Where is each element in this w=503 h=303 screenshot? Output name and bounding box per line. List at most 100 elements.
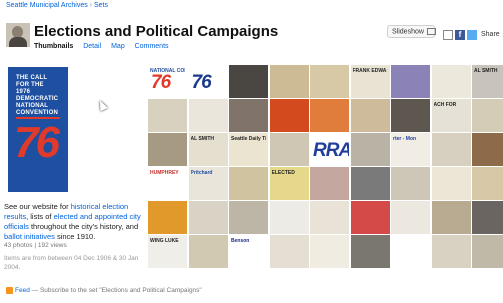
- cover-line-3: 1976: [16, 89, 31, 95]
- photo-thumbnail[interactable]: [188, 235, 228, 268]
- photo-thumbnail[interactable]: NATIONAL CONVENTION76: [148, 65, 187, 98]
- feed-link[interactable]: Feed: [15, 287, 30, 294]
- share-label[interactable]: Share: [481, 31, 500, 38]
- photo-thumbnail[interactable]: [269, 99, 309, 132]
- photo-thumbnail[interactable]: FRANK EDWA FOR MAYOR: [350, 65, 390, 98]
- thumbnail-caption: WING LUKE: [150, 238, 179, 245]
- photo-thumbnail[interactable]: [391, 99, 430, 132]
- email-icon[interactable]: [443, 29, 453, 40]
- photo-thumbnail[interactable]: [350, 201, 390, 234]
- photo-thumbnail[interactable]: [229, 167, 268, 200]
- photo-thumbnail[interactable]: [310, 201, 349, 234]
- photo-thumbnail[interactable]: [472, 201, 503, 234]
- photo-thumbnail[interactable]: [472, 99, 503, 132]
- photo-thumbnail[interactable]: [431, 201, 471, 234]
- thumbnail-caption: AL SMITH: [190, 136, 215, 143]
- photo-thumbnail[interactable]: 76: [188, 65, 228, 98]
- photo-thumbnail[interactable]: Pritchard: [188, 167, 228, 200]
- photo-thumbnail[interactable]: [148, 99, 187, 132]
- cover-line-2: FOR THE: [16, 82, 44, 88]
- thumbnail-caption: HUMPHREY: [150, 170, 179, 177]
- thumbnail-caption: FRANK EDWA FOR MAYOR: [352, 68, 388, 74]
- photo-thumbnail[interactable]: [391, 167, 430, 200]
- photo-thumbnail[interactable]: AL SMITH: [188, 133, 228, 166]
- thumbnail-big-text: 76: [191, 72, 212, 93]
- thumbnail-caption: Pritchard: [190, 170, 213, 177]
- photo-thumbnail[interactable]: AL SMITH: [472, 65, 503, 98]
- photo-thumbnail[interactable]: Benson: [229, 235, 268, 268]
- thumbnail-big-text: RRA: [313, 140, 349, 162]
- photo-thumbnail[interactable]: [188, 201, 228, 234]
- photo-thumbnail[interactable]: [472, 167, 503, 200]
- thumbnail-caption: Benson: [231, 238, 250, 245]
- photo-thumbnail[interactable]: [269, 133, 309, 166]
- rss-icon[interactable]: [6, 287, 13, 294]
- avatar[interactable]: [6, 23, 30, 47]
- tab-thumbnails[interactable]: Thumbnails: [34, 43, 73, 50]
- feed-text: — Subscribe to the set "Elections and Po…: [31, 287, 202, 295]
- photo-thumbnail[interactable]: [472, 133, 503, 166]
- thumbnail-caption: rter - Mon: [393, 136, 417, 143]
- twitter-icon[interactable]: [467, 29, 477, 40]
- set-cover-photo[interactable]: THE CALL FOR THE 1976 DEMOCRATIC NATIONA…: [8, 67, 68, 192]
- photo-thumbnail[interactable]: RRA: [310, 133, 349, 166]
- photo-thumbnail[interactable]: [350, 235, 390, 268]
- photo-thumbnail[interactable]: [269, 201, 309, 234]
- photo-thumbnail[interactable]: [310, 167, 349, 200]
- desc-mid2: throughout the city's history, and: [28, 222, 139, 231]
- cover-line-6: CONVENTION: [16, 110, 59, 116]
- breadcrumb: Seattle Municipal Archives › Sets: [6, 2, 108, 9]
- cover-text: THE CALL FOR THE 1976 DEMOCRATIC NATIONA…: [16, 75, 62, 117]
- photo-thumbnail[interactable]: rter - Mon: [391, 133, 430, 166]
- cover-line-1: THE CALL: [16, 75, 48, 81]
- facebook-icon[interactable]: f: [455, 29, 465, 40]
- photo-thumbnail[interactable]: [431, 133, 471, 166]
- slideshow-button[interactable]: Slideshow: [387, 25, 436, 38]
- cover-number: 76: [14, 118, 60, 167]
- page-title: Elections and Political Campaigns: [34, 23, 279, 40]
- photo-thumbnail[interactable]: [229, 99, 268, 132]
- photo-thumbnail[interactable]: [148, 201, 187, 234]
- photo-thumbnail[interactable]: [431, 65, 471, 98]
- photo-thumbnail[interactable]: [350, 167, 390, 200]
- photo-thumbnail[interactable]: [391, 65, 430, 98]
- thumbnail-caption: AL SMITH: [474, 68, 498, 74]
- photo-thumbnail[interactable]: [269, 65, 309, 98]
- tab-detail[interactable]: Detail: [83, 43, 101, 50]
- desc-suffix: since 1910.: [54, 232, 96, 241]
- photo-thumbnail[interactable]: HUMPHREY: [148, 167, 187, 200]
- cover-line-4: DEMOCRATIC: [16, 96, 59, 102]
- share-bar: f Share: [443, 26, 500, 44]
- tab-map[interactable]: Map: [111, 43, 125, 50]
- photo-thumbnail[interactable]: ACH FOR: [431, 99, 471, 132]
- photo-thumbnail[interactable]: [310, 65, 349, 98]
- desc-prefix: See our website for: [4, 202, 71, 211]
- photo-thumbnail[interactable]: [431, 235, 471, 268]
- photo-thumbnail[interactable]: [350, 133, 390, 166]
- photo-thumbnail[interactable]: [229, 65, 268, 98]
- view-tabs: Thumbnails Detail Map Comments: [34, 43, 177, 50]
- photo-thumbnail[interactable]: [391, 235, 430, 268]
- photo-thumbnail[interactable]: [148, 133, 187, 166]
- photo-thumbnail[interactable]: [472, 235, 503, 268]
- monitor-icon: [426, 28, 436, 35]
- photo-thumbnail[interactable]: WING LUKE: [148, 235, 187, 268]
- slideshow-label: Slideshow: [392, 28, 424, 36]
- photo-thumbnail[interactable]: [310, 99, 349, 132]
- tab-comments[interactable]: Comments: [135, 43, 169, 50]
- photo-thumbnail[interactable]: Seattle Daily Times: [229, 133, 268, 166]
- photo-thumbnail[interactable]: [229, 201, 268, 234]
- photo-thumbnail[interactable]: [188, 99, 228, 132]
- breadcrumb-owner-link[interactable]: Seattle Municipal Archives: [6, 2, 88, 9]
- desc-mid1: , lists of: [26, 212, 54, 221]
- photo-thumbnail[interactable]: [350, 99, 390, 132]
- photo-thumbnail[interactable]: ELECTED: [269, 167, 309, 200]
- ballot-initiatives-link[interactable]: ballot initiatives: [4, 232, 55, 241]
- thumbnail-grid: NATIONAL CONVENTION7676 FRANK EDWA FOR MA…: [148, 65, 503, 271]
- breadcrumb-sets-link[interactable]: Sets: [94, 2, 108, 9]
- photo-thumbnail[interactable]: [310, 235, 349, 268]
- set-stats: 43 photos | 192 views: [4, 242, 67, 249]
- photo-thumbnail[interactable]: [269, 235, 309, 268]
- photo-thumbnail[interactable]: [431, 167, 471, 200]
- photo-thumbnail[interactable]: [391, 201, 430, 234]
